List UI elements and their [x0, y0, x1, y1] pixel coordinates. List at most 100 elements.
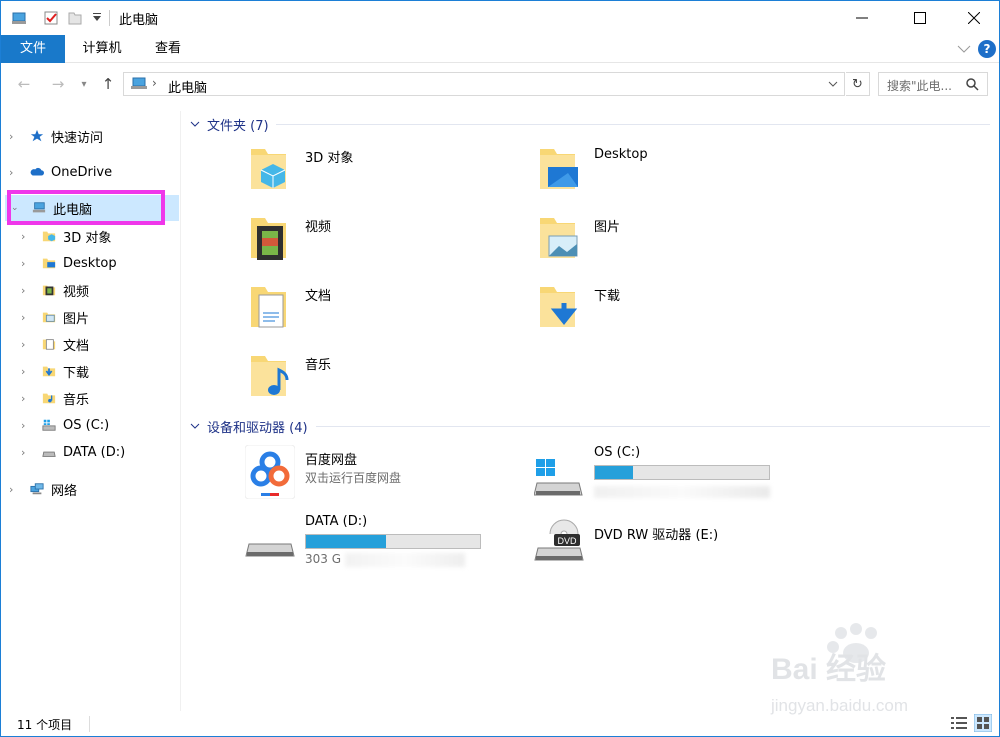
sidebar-item-quick-access[interactable]: › 快速访问: [9, 123, 103, 149]
folder-name: 文档: [305, 289, 332, 304]
sidebar-item-3d-objects[interactable]: › 3D 对象: [21, 223, 111, 249]
large-icons-view-icon[interactable]: [974, 714, 992, 732]
navigation-bar: ← → ▾ ↑ › 此电脑 ↻ 搜索"此电...: [1, 63, 999, 103]
windows-drive-icon: [42, 419, 56, 431]
maximize-button[interactable]: [897, 1, 943, 35]
forward-button[interactable]: →: [47, 73, 69, 95]
breadcrumb-separator-icon[interactable]: ›: [152, 76, 157, 90]
folder-tile-3d-objects[interactable]: 3D 对象: [245, 143, 505, 203]
videos-folder-icon: [42, 285, 56, 296]
window-title: 此电脑: [119, 13, 159, 28]
sidebar-item-data-drive[interactable]: › DATA (D:): [21, 439, 125, 465]
desktop-folder-icon: [42, 258, 56, 269]
sidebar-item-os-drive[interactable]: › OS (C:): [21, 412, 109, 438]
chevron-down-icon[interactable]: [190, 423, 200, 430]
chevron-down-icon[interactable]: [828, 81, 838, 88]
hard-drive-icon: [42, 451, 56, 457]
folder-tile-downloads[interactable]: 下载: [534, 281, 794, 341]
music-folder-icon: [251, 356, 289, 396]
search-icon[interactable]: [966, 78, 979, 91]
ribbon-tabs: 文件 计算机 查看 ?: [1, 35, 999, 63]
sidebar-item-label: 音乐: [63, 392, 90, 408]
refresh-button[interactable]: ↻: [846, 72, 870, 96]
tab-computer[interactable]: 计算机: [65, 35, 139, 63]
sidebar-item-downloads[interactable]: › 下载: [21, 358, 89, 384]
chevron-right-icon[interactable]: ›: [21, 230, 31, 243]
status-bar: 11 个项目: [1, 711, 999, 737]
tab-file[interactable]: 文件: [1, 35, 65, 63]
folder-name: Desktop: [594, 147, 648, 162]
sidebar-item-pictures[interactable]: › 图片: [21, 304, 89, 330]
up-button[interactable]: ↑: [97, 73, 119, 95]
chevron-right-icon[interactable]: ›: [21, 446, 31, 459]
folder-tile-documents[interactable]: 文档: [245, 281, 505, 341]
tab-view[interactable]: 查看: [139, 35, 197, 63]
chevron-right-icon[interactable]: ›: [9, 166, 19, 179]
redacted-text: [345, 553, 465, 567]
chevron-right-icon[interactable]: ›: [21, 257, 31, 270]
folder-tile-music[interactable]: 音乐: [245, 350, 505, 410]
documents-folder-icon: [251, 287, 286, 328]
device-tile-os-drive[interactable]: OS (C:): [533, 445, 794, 505]
address-bar[interactable]: › 此电脑: [123, 72, 845, 96]
os-drive-usage-bar: [594, 465, 770, 480]
new-folder-icon[interactable]: [67, 10, 83, 26]
downloads-folder-icon: [42, 366, 56, 377]
folder-name: 下载: [594, 289, 621, 304]
breadcrumb[interactable]: 此电脑: [168, 77, 207, 96]
folder-tile-videos[interactable]: 视频: [245, 212, 505, 272]
chevron-right-icon[interactable]: ›: [9, 483, 19, 496]
chevron-right-icon[interactable]: ›: [21, 284, 31, 297]
folder-tile-desktop[interactable]: Desktop: [534, 143, 794, 203]
cloud-icon: [30, 167, 44, 176]
chevron-right-icon[interactable]: ›: [21, 311, 31, 324]
sidebar-item-label: 文档: [63, 338, 90, 354]
sidebar-item-label: OS (C:): [63, 417, 110, 433]
recent-locations-button[interactable]: ▾: [73, 73, 95, 95]
3d-objects-folder-icon: [42, 231, 56, 242]
downloads-folder-icon: [540, 287, 578, 327]
chevron-right-icon[interactable]: ›: [9, 130, 19, 143]
chevron-down-icon[interactable]: [190, 121, 200, 128]
sidebar-item-music[interactable]: › 音乐: [21, 385, 89, 411]
sidebar-item-documents[interactable]: › 文档: [21, 331, 89, 357]
sidebar-item-label: 网络: [51, 483, 78, 499]
sidebar-item-network[interactable]: › 网络: [9, 476, 77, 502]
section-header-devices[interactable]: 设备和驱动器 (4): [190, 416, 308, 436]
sidebar-item-desktop[interactable]: › Desktop: [21, 250, 117, 276]
sidebar-item-videos[interactable]: › 视频: [21, 277, 89, 303]
chevron-right-icon[interactable]: ›: [21, 419, 31, 432]
3d-objects-folder-icon: [251, 149, 286, 189]
device-name: 百度网盘: [305, 453, 358, 468]
dvd-label: DVD: [557, 536, 577, 546]
file-explorer-window: 此电脑 文件 计算机 查看 ? ← → ▾ ↑ › 此电脑 ↻ 搜索"此电...…: [0, 0, 1000, 737]
customize-quick-access-icon[interactable]: [89, 10, 105, 26]
chevron-right-icon[interactable]: ›: [21, 365, 31, 378]
sidebar-item-label: 下载: [63, 365, 90, 381]
minimize-button[interactable]: [839, 1, 885, 35]
details-view-icon[interactable]: [951, 716, 967, 730]
section-title: 设备和驱动器 (4): [207, 420, 308, 436]
properties-icon[interactable]: [43, 10, 59, 26]
windows-drive-icon: [533, 459, 583, 496]
help-icon[interactable]: ?: [978, 40, 996, 58]
dvd-drive-icon: DVD: [534, 519, 584, 561]
chevron-right-icon[interactable]: ›: [21, 338, 31, 351]
sidebar-item-label: 3D 对象: [63, 230, 112, 246]
star-icon: [30, 129, 44, 142]
close-button[interactable]: [951, 1, 997, 35]
device-tile-data-drive[interactable]: DATA (D:) 303 G: [245, 514, 505, 574]
sidebar-item-label: OneDrive: [51, 164, 113, 180]
search-input[interactable]: 搜索"此电...: [878, 72, 988, 96]
divider: [109, 10, 110, 26]
search-placeholder: 搜索"此电...: [887, 79, 952, 93]
device-tile-baidu-netdisk[interactable]: 百度网盘 双击运行百度网盘: [244, 444, 505, 505]
back-button[interactable]: ←: [13, 73, 35, 95]
chevron-down-icon[interactable]: [957, 44, 971, 54]
sidebar-item-onedrive[interactable]: › OneDrive: [9, 159, 112, 185]
section-header-folders[interactable]: 文件夹 (7): [190, 114, 269, 134]
device-tile-dvd-drive[interactable]: DVD DVD RW 驱动器 (E:): [534, 514, 794, 574]
folder-tile-pictures[interactable]: 图片: [534, 212, 794, 272]
folder-name: 3D 对象: [305, 151, 354, 166]
chevron-right-icon[interactable]: ›: [21, 392, 31, 405]
